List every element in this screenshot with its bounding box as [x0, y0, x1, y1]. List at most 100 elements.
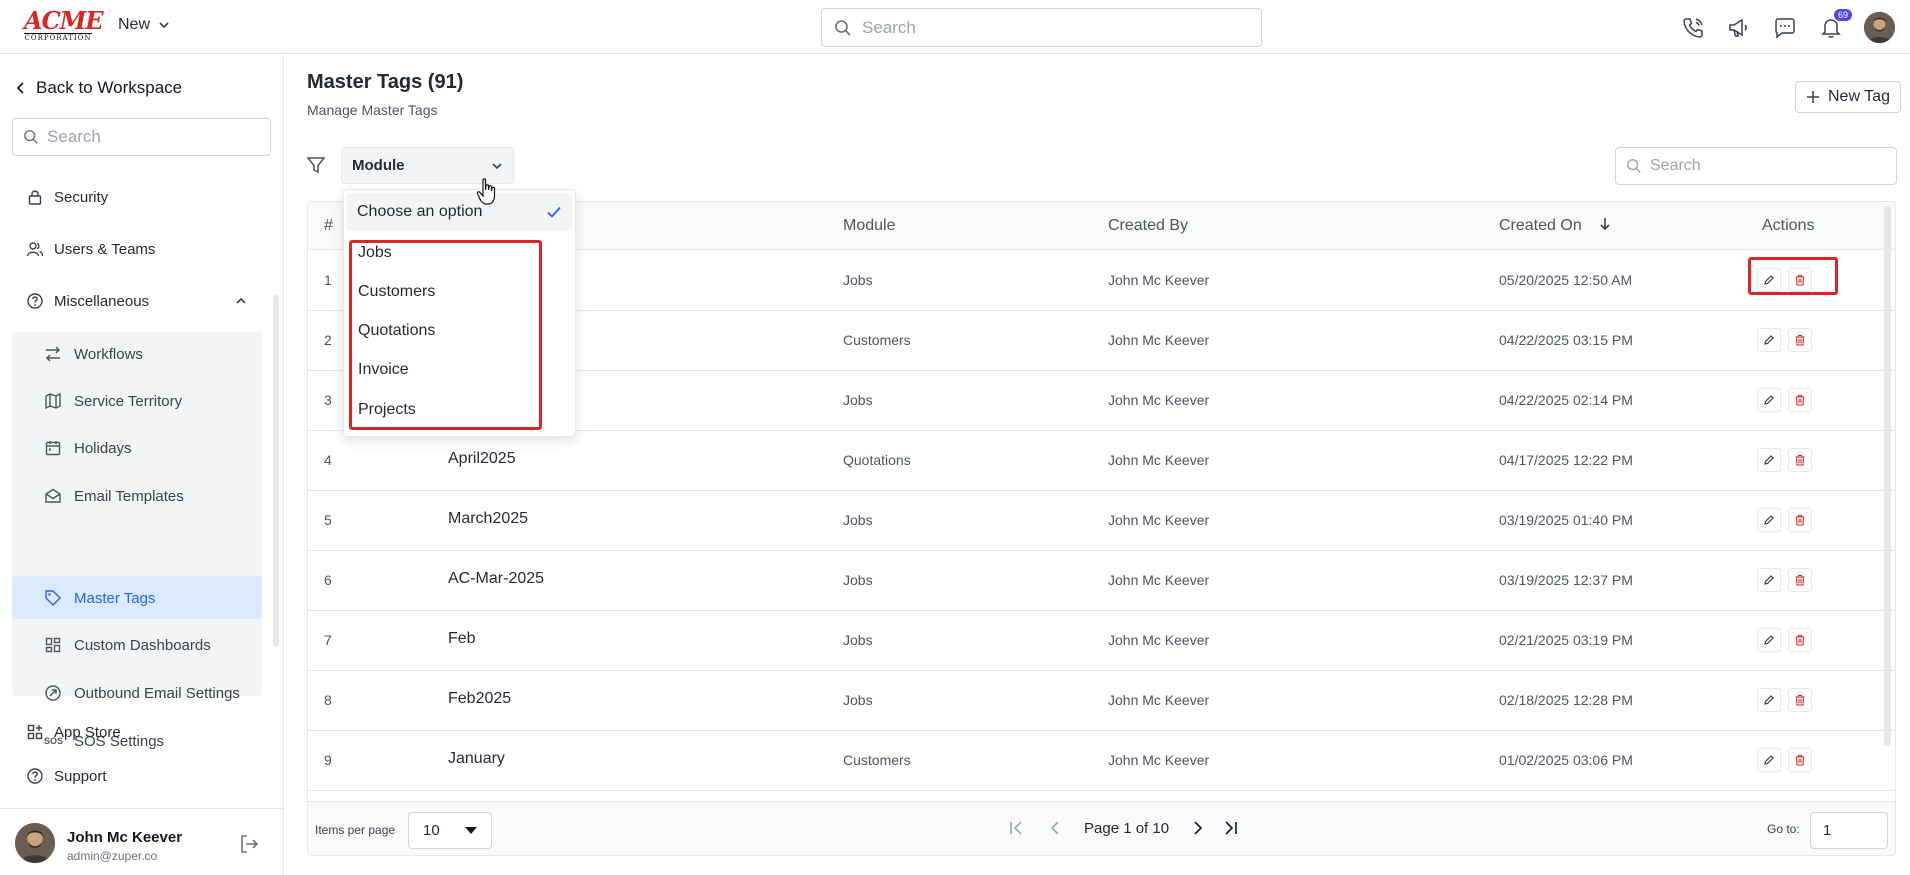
sidebar-item-app-store[interactable]: App Store	[26, 723, 121, 741]
table-scrollbar[interactable]	[1884, 206, 1891, 746]
dropdown-option-jobs[interactable]: Jobs	[358, 244, 392, 262]
trash-icon	[1795, 694, 1805, 706]
delete-button[interactable]	[1788, 688, 1812, 712]
trash-icon	[1795, 514, 1805, 526]
sidebar-item-support[interactable]: Support	[26, 767, 107, 785]
edit-button[interactable]	[1757, 268, 1781, 292]
table-row[interactable]: 7 Feb Jobs John Mc Keever 02/21/2025 03:19 P…	[308, 611, 1895, 671]
back-to-workspace-link[interactable]: Back to Workspace	[16, 78, 182, 98]
tag-created-on: 05/20/2025 12:50 AM	[1499, 272, 1633, 288]
delete-button[interactable]	[1788, 508, 1812, 532]
logout-icon[interactable]	[238, 833, 260, 860]
first-page-icon[interactable]	[1008, 819, 1026, 837]
sidebar-item-label: Security	[54, 188, 109, 206]
chevron-down-icon	[159, 22, 169, 29]
new-menu-button[interactable]: New	[118, 16, 170, 34]
dropdown-option-choose[interactable]: Choose an option	[347, 193, 572, 231]
last-page-icon[interactable]	[1221, 819, 1239, 837]
mail-icon	[45, 488, 61, 503]
tag-name: March2025	[448, 510, 529, 527]
lock-icon	[28, 190, 42, 205]
sidebar-item-outbound-email-settings[interactable]: Outbound Email Settings	[44, 682, 240, 704]
sidebar-item-service-territory[interactable]: Service Territory	[44, 390, 182, 412]
sidebar-scrollbar[interactable]	[273, 295, 279, 647]
edit-button[interactable]	[1757, 328, 1781, 352]
edit-button[interactable]	[1757, 568, 1781, 592]
sidebar-search[interactable]	[12, 118, 271, 156]
pagination: Page 1 of 10	[1008, 819, 1239, 837]
edit-button[interactable]	[1757, 388, 1781, 412]
table-search-input[interactable]	[1650, 157, 1890, 175]
delete-button[interactable]	[1788, 568, 1812, 592]
delete-button[interactable]	[1788, 328, 1812, 352]
bell-icon[interactable]: 69	[1818, 8, 1852, 43]
phone-icon[interactable]	[1680, 13, 1706, 43]
dropdown-option-projects[interactable]: Projects	[358, 401, 416, 419]
table-row[interactable]: 8 Feb2025 Jobs John Mc Keever 02/18/2025 12:…	[308, 671, 1895, 731]
filter-icon[interactable]	[306, 155, 326, 180]
tag-created-on: 04/22/2025 03:15 PM	[1499, 332, 1633, 348]
sidebar-item-label: Holidays	[74, 439, 132, 457]
sidebar-item-label: Users & Teams	[54, 240, 156, 258]
delete-button[interactable]	[1788, 268, 1812, 292]
tag-name: Feb	[448, 630, 476, 647]
send-icon	[45, 685, 61, 701]
table-row[interactable]: 4 April2025 Quotations John Mc Keever 04/17/…	[308, 431, 1895, 491]
global-search[interactable]	[821, 8, 1262, 47]
delete-button[interactable]	[1788, 628, 1812, 652]
sidebar-item-miscellaneous[interactable]: Miscellaneous	[26, 292, 248, 310]
new-tag-button[interactable]: New Tag	[1795, 81, 1901, 113]
items-per-page-select[interactable]: 10	[408, 812, 492, 849]
edit-button[interactable]	[1757, 448, 1781, 472]
table-search[interactable]	[1615, 147, 1897, 185]
goto-page-input[interactable]: 1	[1810, 812, 1888, 849]
sidebar-item-email-templates[interactable]: Email Templates	[44, 485, 184, 507]
sidebar-item-users-teams[interactable]: Users & Teams	[26, 240, 155, 258]
next-page-icon[interactable]	[1191, 819, 1205, 837]
table-row[interactable]: 9 January Customers John Mc Keever 01/02/202…	[308, 731, 1895, 791]
table-row[interactable]: 5 March2025 Jobs John Mc Keever 03/19/2025 0…	[308, 491, 1895, 551]
acme-logo[interactable]: ACME CORPORATION	[24, 9, 104, 42]
tag-created-by: John Mc Keever	[1108, 752, 1210, 768]
column-header-created-by[interactable]: Created By	[1108, 217, 1188, 235]
edit-button[interactable]	[1757, 748, 1781, 772]
delete-button[interactable]	[1788, 748, 1812, 772]
column-header-created-on[interactable]: Created On	[1499, 217, 1582, 235]
megaphone-icon[interactable]	[1726, 13, 1752, 43]
avatar[interactable]	[1864, 12, 1895, 43]
column-header-module[interactable]: Module	[843, 217, 895, 235]
sort-down-icon[interactable]	[1598, 216, 1612, 232]
new-label: New	[118, 16, 151, 33]
help-icon	[27, 768, 43, 784]
delete-button[interactable]	[1788, 388, 1812, 412]
pencil-icon	[1764, 275, 1774, 285]
pencil-icon	[1764, 335, 1774, 345]
chat-icon[interactable]	[1772, 13, 1798, 43]
dropdown-option-quotations[interactable]: Quotations	[358, 322, 435, 340]
search-icon	[1627, 159, 1641, 173]
edit-button[interactable]	[1757, 688, 1781, 712]
dropdown-option-customers[interactable]: Customers	[358, 283, 435, 301]
sidebar-search-input[interactable]	[47, 127, 247, 147]
delete-button[interactable]	[1788, 448, 1812, 472]
pencil-icon	[1764, 575, 1774, 585]
miscellaneous-submenu: Workflows Service Territory Holidays Ema…	[12, 332, 262, 696]
hand-cursor-icon	[476, 178, 498, 211]
edit-button[interactable]	[1757, 508, 1781, 532]
global-search-input[interactable]	[862, 17, 1242, 38]
sidebar-item-custom-dashboards[interactable]: Custom Dashboards	[44, 634, 211, 656]
table-row[interactable]: 6 AC-Mar-2025 Jobs John Mc Keever 03/19/2025…	[308, 551, 1895, 611]
trash-icon	[1795, 634, 1805, 646]
sidebar-item-master-tags[interactable]: Master Tags	[44, 587, 155, 609]
edit-button[interactable]	[1757, 628, 1781, 652]
tag-icon	[45, 590, 61, 606]
sidebar-item-holidays[interactable]: Holidays	[44, 437, 132, 459]
dropdown-option-invoice[interactable]: Invoice	[358, 361, 409, 379]
trash-icon	[1795, 394, 1805, 406]
avatar[interactable]	[15, 823, 55, 863]
pencil-icon	[1764, 395, 1774, 405]
sidebar-item-security[interactable]: Security	[26, 188, 108, 206]
tag-name: April2025	[448, 450, 516, 467]
sidebar-item-workflows[interactable]: Workflows	[44, 343, 143, 365]
previous-page-icon[interactable]	[1048, 819, 1062, 837]
